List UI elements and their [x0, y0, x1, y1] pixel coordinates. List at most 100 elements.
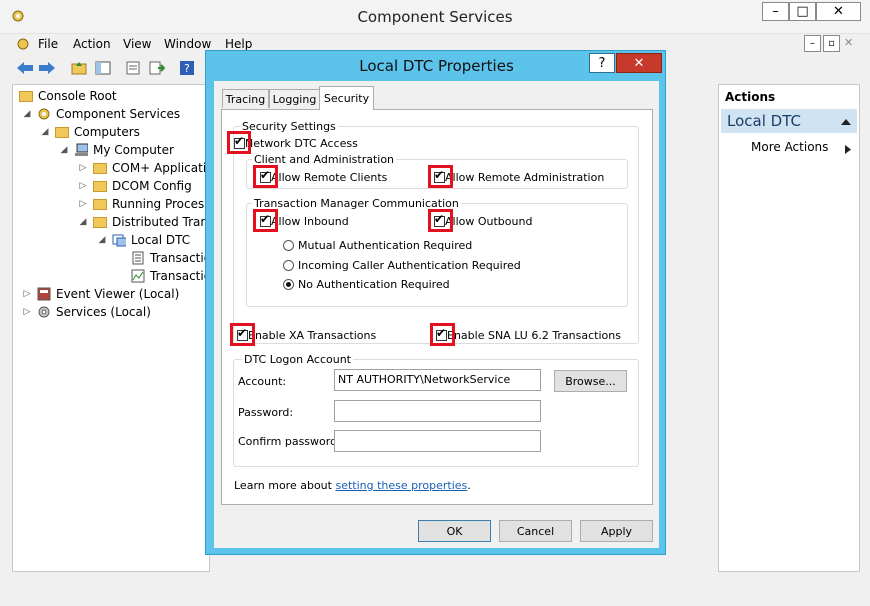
ok-button[interactable]: OK [418, 520, 491, 542]
help-icon[interactable]: ? [178, 59, 196, 77]
radio-circle [283, 279, 294, 290]
tree-item-label: COM+ Applicatio [112, 161, 214, 175]
menu-action[interactable]: Action [73, 37, 111, 51]
console-menu-icon[interactable] [15, 36, 31, 55]
account-label: Account: [238, 375, 287, 388]
tree-item-component-services[interactable]: ◢ Component Services [23, 105, 181, 123]
child-restore-button[interactable]: ▫ [823, 35, 840, 52]
tree-item-label: Services (Local) [56, 305, 151, 319]
expanded-triangle-icon[interactable]: ◢ [41, 127, 49, 137]
folder-icon [93, 162, 107, 174]
collapsed-triangle-icon[interactable]: ▷ [79, 181, 87, 191]
radio-selected-dot [286, 282, 291, 287]
folder-icon [93, 216, 107, 228]
tree-item-my-computer[interactable]: ◢ My Computer [60, 141, 174, 159]
event-viewer-icon [37, 287, 51, 301]
more-actions-item[interactable]: More Actions [751, 140, 828, 154]
dialog-body: Tracing Logging Security Security Settin… [214, 81, 659, 548]
folder-icon [19, 90, 33, 102]
child-close-button[interactable]: ✕ [844, 36, 853, 49]
checkbox-label: Enable XA Transactions [248, 329, 377, 342]
expanded-triangle-icon[interactable]: ◢ [23, 109, 31, 119]
tree-item-services[interactable]: ▷ Services (Local) [23, 303, 151, 321]
account-field[interactable]: NT AUTHORITY\NetworkService [334, 369, 541, 391]
svg-text:?: ? [184, 62, 190, 75]
tab-tracing[interactable]: Tracing [222, 89, 269, 108]
list-icon [131, 251, 145, 265]
tree-item-computers[interactable]: ◢ Computers [41, 123, 140, 141]
radio-label: No Authentication Required [298, 278, 450, 291]
enable-xa-transactions-checkbox[interactable]: ✔ Enable XA Transactions [237, 327, 377, 342]
tree-item-event-viewer[interactable]: ▷ Event Viewer (Local) [23, 285, 180, 303]
allow-remote-clients-checkbox[interactable]: ✔ Allow Remote Clients [260, 169, 387, 184]
enable-sna-transactions-checkbox[interactable]: ✔ Enable SNA LU 6.2 Transactions [436, 327, 621, 342]
tree-item-label: Console Root [38, 89, 117, 103]
minimize-button[interactable]: – [762, 2, 789, 21]
security-tab-page: Security Settings ✔ Network DTC Access C… [221, 109, 653, 505]
checkbox-label: Enable SNA LU 6.2 Transactions [447, 329, 621, 342]
password-field[interactable] [334, 400, 541, 422]
setting-properties-link[interactable]: setting these properties [335, 479, 467, 492]
actions-section-label: Local DTC [727, 112, 801, 130]
dialog-close-button[interactable]: ✕ [616, 53, 662, 73]
password-label: Password: [238, 406, 294, 419]
menu-window[interactable]: Window [164, 37, 211, 51]
confirm-password-field[interactable] [334, 430, 541, 452]
component-services-icon [37, 107, 51, 121]
learn-more-prefix: Learn more about [234, 479, 336, 492]
cancel-button[interactable]: Cancel [499, 520, 572, 542]
menu-file[interactable]: File [38, 37, 58, 51]
tree-item-label: Running Processe [112, 197, 218, 211]
actions-header: Actions [725, 90, 776, 104]
menu-help[interactable]: Help [225, 37, 252, 51]
no-authentication-radio[interactable]: No Authentication Required [283, 278, 450, 291]
child-minimize-button[interactable]: – [804, 35, 821, 52]
tree-item-console-root[interactable]: Console Root [19, 87, 117, 105]
expanded-triangle-icon[interactable]: ◢ [79, 217, 87, 227]
tree-item-distributed-transaction[interactable]: ◢ Distributed Trans [79, 213, 215, 231]
tree-item-com-applications[interactable]: ▷ COM+ Applicatio [79, 159, 214, 177]
tree-item-label: Component Services [56, 107, 181, 121]
collapse-triangle-icon[interactable] [841, 115, 851, 129]
export-list-icon[interactable] [148, 59, 166, 77]
tree-item-running-processes[interactable]: ▷ Running Processe [79, 195, 218, 213]
back-arrow-icon[interactable] [16, 59, 34, 77]
help-button[interactable]: ? [589, 53, 615, 73]
collapsed-triangle-icon[interactable]: ▷ [23, 289, 31, 299]
maximize-button[interactable]: □ [789, 2, 816, 21]
allow-remote-administration-checkbox[interactable]: ✔ Allow Remote Administration [434, 169, 605, 184]
apply-button[interactable]: Apply [580, 520, 653, 542]
menu-view[interactable]: View [123, 37, 151, 51]
show-hide-tree-icon[interactable] [94, 59, 112, 77]
folder-icon [93, 198, 107, 210]
browse-button[interactable]: Browse... [554, 370, 627, 392]
collapsed-triangle-icon[interactable]: ▷ [79, 199, 87, 209]
up-folder-icon[interactable] [70, 59, 88, 77]
tab-security[interactable]: Security [319, 86, 374, 110]
tree-item-dcom-config[interactable]: ▷ DCOM Config [79, 177, 192, 195]
tree-item-local-dtc[interactable]: ◢ Local DTC [98, 231, 191, 249]
actions-pane: Actions Local DTC More Actions [718, 84, 860, 572]
close-button[interactable]: ✕ [816, 2, 861, 21]
network-dtc-access-checkbox[interactable]: ✔ Network DTC Access [234, 135, 358, 150]
checkbox-label: Allow Remote Administration [445, 171, 605, 184]
expanded-triangle-icon[interactable]: ◢ [60, 145, 68, 155]
actions-section-local-dtc[interactable]: Local DTC [721, 109, 857, 133]
tab-logging[interactable]: Logging [269, 89, 320, 108]
forward-arrow-icon[interactable] [38, 59, 56, 77]
security-settings-label: Security Settings [240, 120, 338, 133]
more-actions-label: More Actions [751, 140, 829, 154]
tree-item-label: Transactio [150, 269, 212, 283]
mutual-authentication-radio[interactable]: Mutual Authentication Required [283, 239, 472, 252]
tree-item-transaction-statistics[interactable]: Transactio [131, 267, 211, 285]
tree-item-label: My Computer [93, 143, 174, 157]
console-tree: Console Root ◢ Component Services ◢ Comp… [12, 84, 218, 572]
highlight-box [430, 323, 455, 346]
properties-icon[interactable] [124, 59, 142, 77]
incoming-caller-authentication-radio[interactable]: Incoming Caller Authentication Required [283, 259, 521, 272]
collapsed-triangle-icon[interactable]: ▷ [23, 307, 31, 317]
expanded-triangle-icon[interactable]: ◢ [98, 235, 106, 245]
radio-label: Incoming Caller Authentication Required [298, 259, 521, 272]
collapsed-triangle-icon[interactable]: ▷ [79, 163, 87, 173]
tree-item-transaction-list[interactable]: Transactio [131, 249, 211, 267]
